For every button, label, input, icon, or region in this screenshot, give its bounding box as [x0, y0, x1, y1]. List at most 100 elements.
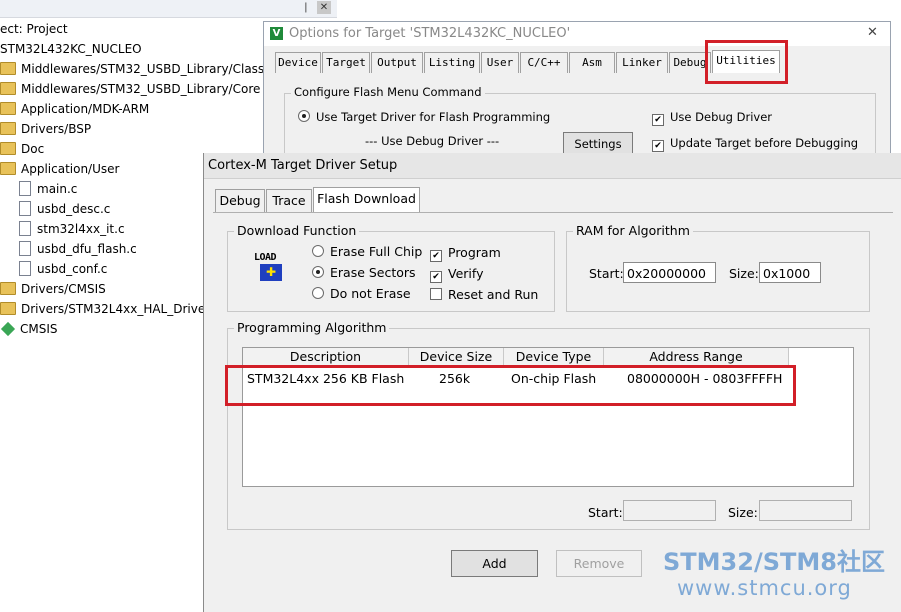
tree-file[interactable]: usbd_desc.c	[19, 199, 110, 219]
algo-start-input[interactable]	[623, 500, 716, 521]
tree-root[interactable]: STM32L432KC_NUCLEO	[0, 39, 142, 59]
tree-folder-label: Application/User	[21, 162, 120, 176]
tab-listing[interactable]: Listing	[424, 52, 480, 73]
folder-icon	[0, 122, 16, 135]
erase-sectors-label: Erase Sectors	[330, 265, 416, 280]
pin-icon[interactable]: ❘	[299, 1, 313, 14]
programming-algorithm-label: Programming Algorithm	[234, 320, 390, 335]
close-icon[interactable]: ✕	[317, 1, 331, 14]
use-target-driver-label: Use Target Driver for Flash Programming	[316, 110, 551, 124]
tree-file-label: usbd_desc.c	[37, 202, 111, 216]
tree-folder[interactable]: Drivers/STM32L4xx_HAL_Driver	[0, 299, 210, 319]
file-icon	[19, 221, 31, 236]
tree-folder[interactable]: Application/User	[0, 159, 119, 179]
tree-folder-label: Doc	[21, 142, 45, 156]
tree-folder-label: Drivers/STM32L4xx_HAL_Driver	[21, 302, 211, 316]
check-icon: ✔	[652, 140, 664, 152]
tab-target[interactable]: Target	[322, 52, 370, 73]
use-target-driver-radio[interactable]: Use Target Driver for Flash Programming	[298, 110, 550, 124]
tree-component-label: CMSIS	[20, 322, 58, 336]
check-icon: ✔	[430, 271, 442, 283]
tree-file-label: usbd_conf.c	[37, 262, 108, 276]
tree-file-label: main.c	[37, 182, 78, 196]
check-icon: ✔	[430, 250, 442, 262]
tree-file[interactable]: stm32l4xx_it.c	[19, 219, 125, 239]
column-description[interactable]: Description	[243, 348, 409, 366]
tree-folder-label: Middlewares/STM32_USBD_Library/Core	[21, 82, 261, 96]
ram-size-label: Size:	[729, 266, 759, 281]
watermark-stm32: STM32	[663, 548, 754, 576]
remove-button: Remove	[556, 550, 642, 577]
watermark-sep: /	[753, 548, 763, 576]
tab-device[interactable]: Device	[275, 52, 321, 73]
algo-size-label: Size:	[728, 505, 758, 520]
column-device-size[interactable]: Device Size	[409, 348, 504, 366]
reset-run-checkbox[interactable]: Reset and Run	[430, 287, 538, 302]
tab-output[interactable]: Output	[371, 52, 423, 73]
load-icon-text: LOAD	[254, 252, 277, 263]
tab-debug[interactable]: Debug	[215, 189, 265, 212]
check-icon: ✔	[652, 114, 664, 126]
project-panel-header: ❘ ✕	[0, 0, 337, 18]
folder-icon	[0, 62, 16, 75]
erase-sectors-radio[interactable]: Erase Sectors	[312, 265, 416, 280]
tree-file[interactable]: usbd_conf.c	[19, 259, 107, 279]
tree-file-label: usbd_dfu_flash.c	[37, 242, 137, 256]
project-label: ect: Project	[0, 22, 68, 36]
algorithm-row-highlight	[225, 365, 796, 406]
keil-icon: V	[270, 27, 283, 40]
tree-file[interactable]: main.c	[19, 179, 77, 199]
ram-start-input[interactable]: 0x20000000	[623, 262, 716, 283]
load-icon: LOAD ✚	[254, 252, 288, 282]
tab-asm[interactable]: Asm	[569, 52, 615, 73]
watermark-community: 社区	[836, 548, 885, 576]
tree-file-label: stm32l4xx_it.c	[37, 222, 125, 236]
options-dialog: V Options for Target 'STM32L432KC_NUCLEO…	[263, 21, 891, 164]
tree-folder[interactable]: Doc	[0, 139, 44, 159]
column-device-type[interactable]: Device Type	[504, 348, 604, 366]
verify-label: Verify	[448, 266, 484, 281]
tab-user[interactable]: User	[481, 52, 519, 73]
tree-folder[interactable]: Middlewares/STM32_USBD_Library/Core	[0, 79, 260, 99]
close-icon[interactable]: ✕	[867, 25, 878, 40]
file-icon	[19, 201, 31, 216]
flash-menu-group-label: Configure Flash Menu Command	[291, 85, 485, 99]
tab-trace[interactable]: Trace	[266, 189, 312, 212]
tab-cpp[interactable]: C/C++	[520, 52, 568, 73]
utilities-highlight	[705, 40, 788, 84]
tree-file[interactable]: usbd_dfu_flash.c	[19, 239, 137, 259]
add-button[interactable]: Add	[451, 550, 538, 577]
tree-folder[interactable]: Drivers/CMSIS	[0, 279, 106, 299]
algo-size-input[interactable]	[759, 500, 852, 521]
folder-icon	[0, 142, 16, 155]
tree-folder-label: Middlewares/STM32_USBD_Library/Class/DFU	[21, 62, 294, 76]
download-function-label: Download Function	[234, 223, 360, 238]
ram-size-input[interactable]: 0x1000	[759, 262, 821, 283]
verify-checkbox[interactable]: ✔ Verify	[430, 266, 483, 283]
use-debug-driver-center: --- Use Debug Driver ---	[365, 134, 500, 148]
tree-folder[interactable]: Middlewares/STM32_USBD_Library/Class/DFU	[0, 59, 293, 79]
cortex-title: Cortex-M Target Driver Setup	[208, 158, 398, 173]
ram-group: RAM for Algorithm Start: 0x20000000 Size…	[566, 223, 870, 312]
tab-linker[interactable]: Linker	[616, 52, 668, 73]
tree-folder-label: Drivers/BSP	[21, 122, 92, 136]
algo-start-label: Start:	[588, 505, 623, 520]
watermark-line1: STM32/STM8社区	[663, 548, 885, 576]
erase-full-chip-radio[interactable]: Erase Full Chip	[312, 244, 422, 259]
update-target-checkbox[interactable]: ✔ Update Target before Debugging	[652, 136, 858, 152]
tree-folder[interactable]: Drivers/BSP	[0, 119, 91, 139]
tree-folder-label: Application/MDK-ARM	[21, 102, 150, 116]
folder-icon	[0, 162, 16, 175]
tab-flash-download[interactable]: Flash Download	[313, 187, 420, 212]
checkbox-empty-icon	[430, 288, 442, 300]
do-not-erase-radio[interactable]: Do not Erase	[312, 286, 411, 301]
download-function-group: Download Function LOAD ✚ Erase Full Chip…	[227, 223, 555, 312]
use-debug-driver-checkbox[interactable]: ✔ Use Debug Driver	[652, 110, 772, 126]
cortex-tabs: Debug Trace Flash Download	[215, 187, 425, 213]
tree-component[interactable]: CMSIS	[0, 319, 58, 339]
column-address-range[interactable]: Address Range	[604, 348, 789, 366]
tree-folder[interactable]: Application/MDK-ARM	[0, 99, 149, 119]
program-checkbox[interactable]: ✔ Program	[430, 245, 501, 262]
radio-icon	[298, 110, 310, 122]
reset-run-label: Reset and Run	[448, 287, 539, 302]
